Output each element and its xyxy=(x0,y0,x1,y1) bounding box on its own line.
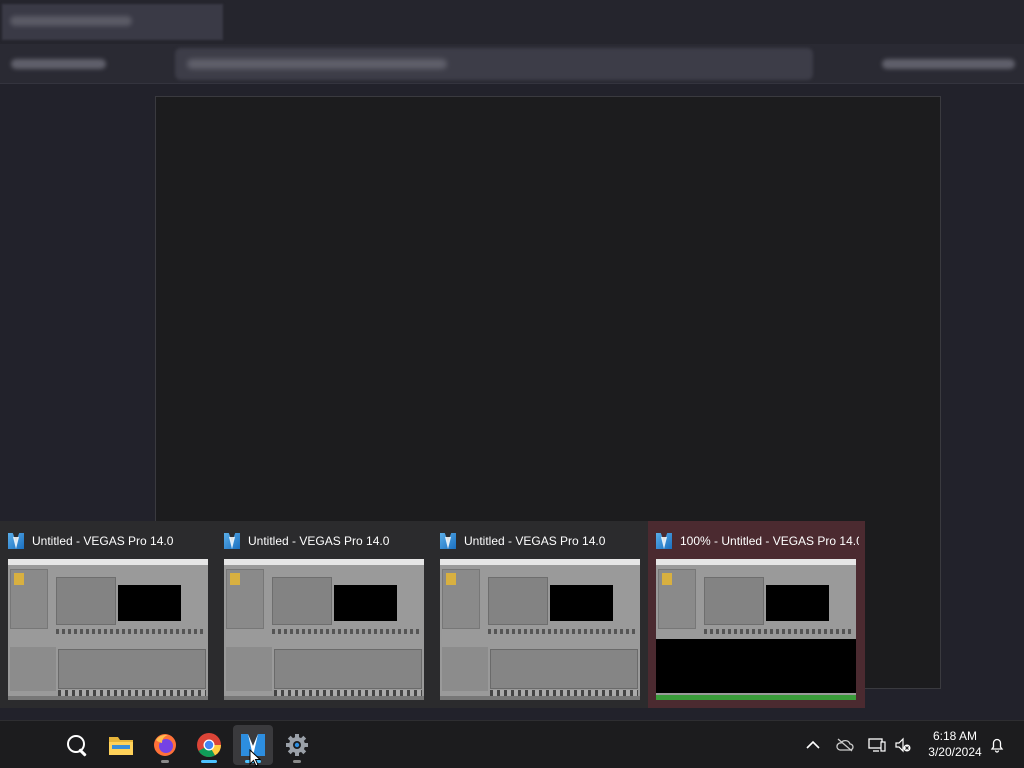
file-explorer-button[interactable] xyxy=(101,725,141,765)
window-preview-image xyxy=(656,559,856,700)
clock[interactable]: 6:18 AM 3/20/2024 xyxy=(920,728,990,760)
search-icon xyxy=(65,733,89,757)
vegas-pro-icon xyxy=(656,533,672,549)
chevron-up-icon xyxy=(806,740,820,749)
taskbar: 6:18 AM 3/20/2024 xyxy=(0,720,1024,768)
taskbar-thumbnail-previews: Untitled - VEGAS Pro 14.0 Untitled - VEG… xyxy=(0,521,865,708)
window-preview-title: Untitled - VEGAS Pro 14.0 xyxy=(32,534,174,548)
vegas-pro-icon xyxy=(440,533,456,549)
background-titlebar xyxy=(0,0,1024,44)
file-explorer-icon xyxy=(109,737,133,755)
volume-button[interactable] xyxy=(892,721,914,768)
search-button[interactable] xyxy=(57,725,97,765)
background-toolbar xyxy=(0,44,1024,84)
vegas-pro-icon xyxy=(8,533,24,549)
background-tab xyxy=(2,4,223,40)
window-preview-2[interactable]: Untitled - VEGAS Pro 14.0 xyxy=(216,521,432,708)
network-icon xyxy=(868,738,886,752)
settings-button[interactable] xyxy=(277,725,317,765)
show-hidden-icons-button[interactable] xyxy=(802,721,824,768)
window-preview-1[interactable]: Untitled - VEGAS Pro 14.0 xyxy=(0,521,216,708)
window-preview-image xyxy=(224,559,424,700)
onedrive-button[interactable] xyxy=(834,721,856,768)
window-preview-4[interactable]: 100% - Untitled - VEGAS Pro 14.0 xyxy=(648,521,865,708)
network-button[interactable] xyxy=(866,721,888,768)
background-address-bar xyxy=(175,48,813,80)
chrome-button[interactable] xyxy=(189,725,229,765)
firefox-icon xyxy=(154,734,176,756)
window-preview-title: Untitled - VEGAS Pro 14.0 xyxy=(248,534,390,548)
firefox-button[interactable] xyxy=(145,725,185,765)
window-preview-title: 100% - Untitled - VEGAS Pro 14.0 xyxy=(680,534,859,548)
chrome-icon xyxy=(197,733,221,758)
mouse-cursor-icon xyxy=(249,749,261,767)
window-preview-3[interactable]: Untitled - VEGAS Pro 14.0 xyxy=(432,521,648,708)
bell-icon xyxy=(990,738,1004,753)
cloud-offline-icon xyxy=(836,738,854,752)
vegas-pro-icon xyxy=(224,533,240,549)
clock-date: 3/20/2024 xyxy=(928,745,982,759)
clock-time: 6:18 AM xyxy=(932,729,978,743)
notifications-button[interactable] xyxy=(986,721,1008,768)
volume-muted-icon xyxy=(895,737,911,753)
window-preview-image xyxy=(8,559,208,700)
settings-icon xyxy=(286,734,308,756)
window-preview-image xyxy=(440,559,640,700)
window-preview-title: Untitled - VEGAS Pro 14.0 xyxy=(464,534,606,548)
